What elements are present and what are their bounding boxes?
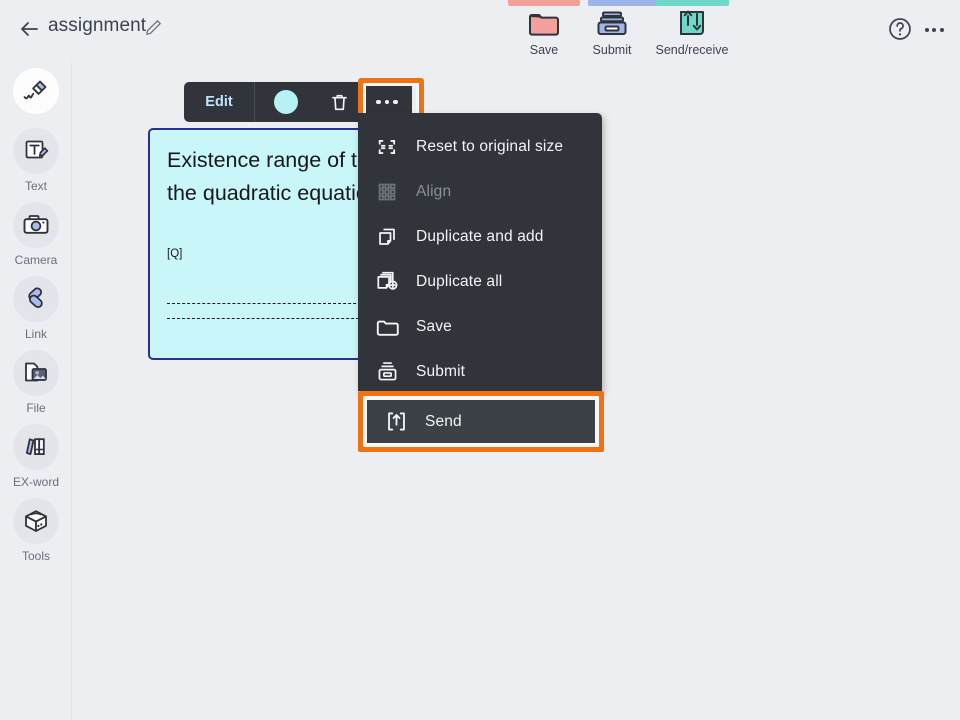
menu-item-duplicate-and-add[interactable]: Duplicate and add bbox=[358, 214, 602, 259]
note-tag: [Q] bbox=[167, 248, 183, 260]
menu-item-send-highlight: Send bbox=[358, 391, 604, 452]
grid-dots-icon bbox=[358, 182, 416, 202]
page-title: assignment bbox=[48, 15, 147, 36]
sidebar-item-text-label: Text bbox=[24, 179, 47, 193]
sidebar-item-pen[interactable] bbox=[0, 68, 72, 119]
sidebar-item-exword[interactable]: EX-word bbox=[0, 424, 72, 489]
help-button[interactable] bbox=[887, 16, 915, 44]
pen-icon bbox=[13, 68, 59, 114]
back-button[interactable] bbox=[14, 14, 44, 44]
more-horizontal-icon bbox=[924, 28, 929, 32]
sidebar-item-exword-label: EX-word bbox=[12, 475, 59, 489]
menu-item-submit[interactable]: Submit bbox=[358, 349, 602, 394]
context-menu: Reset to original size Align Duplicate a… bbox=[358, 113, 602, 391]
color-swatch bbox=[273, 90, 298, 114]
sidebar-item-camera-label: Camera bbox=[14, 253, 58, 267]
note-delete-button[interactable] bbox=[316, 82, 362, 122]
send-receive-icon bbox=[676, 9, 708, 37]
app-root: assignment Save Submit Send/receive Text… bbox=[0, 0, 960, 720]
sidebar-item-file[interactable]: File bbox=[0, 350, 72, 415]
folder-icon bbox=[528, 9, 560, 37]
menu-item-align[interactable]: Align bbox=[358, 169, 602, 214]
toolbar-save-label: Save bbox=[529, 43, 559, 57]
file-image-icon bbox=[13, 350, 59, 396]
sidebar-item-file-label: File bbox=[26, 401, 46, 415]
books-icon bbox=[13, 424, 59, 470]
toolbox-icon bbox=[13, 498, 59, 544]
sidebar-item-tools-label: Tools bbox=[21, 549, 50, 563]
toolbar-save-button[interactable]: Save bbox=[507, 9, 581, 59]
menu-item-label: Duplicate all bbox=[416, 272, 503, 290]
more-horizontal-icon bbox=[376, 99, 381, 105]
sidebar-item-text[interactable]: Text bbox=[0, 128, 72, 193]
camera-icon bbox=[13, 202, 59, 248]
pencil-icon bbox=[146, 20, 161, 35]
note-rule-2 bbox=[167, 318, 389, 319]
text-icon bbox=[13, 128, 59, 174]
toolbar-submit-label: Submit bbox=[592, 43, 632, 57]
menu-item-duplicate-all[interactable]: Duplicate all bbox=[358, 259, 602, 304]
copy-icon bbox=[358, 226, 416, 248]
folder-outline-icon bbox=[358, 316, 416, 338]
note-edit-button[interactable]: Edit bbox=[184, 82, 255, 122]
menu-item-label: Duplicate and add bbox=[416, 227, 544, 245]
upload-box-icon bbox=[367, 410, 425, 433]
arrow-left-icon bbox=[21, 22, 38, 36]
menu-item-label: Submit bbox=[416, 362, 466, 380]
link-icon bbox=[13, 276, 59, 322]
sidebar-item-tools[interactable]: Tools bbox=[0, 498, 72, 563]
menu-item-save[interactable]: Save bbox=[358, 304, 602, 349]
menu-item-label: Send bbox=[425, 412, 462, 430]
help-circle-icon bbox=[889, 18, 911, 40]
sidebar-item-camera[interactable]: Camera bbox=[0, 202, 72, 267]
shrink-icon bbox=[358, 136, 416, 158]
edit-title-button[interactable] bbox=[144, 18, 164, 38]
toolbar-submit-button[interactable]: Submit bbox=[575, 9, 649, 59]
header: assignment Save Submit Send/receive bbox=[0, 0, 960, 62]
sidebar-item-link[interactable]: Link bbox=[0, 276, 72, 341]
sidebar-item-link-label: Link bbox=[24, 327, 47, 341]
menu-item-label: Reset to original size bbox=[416, 137, 564, 155]
header-overflow-button[interactable] bbox=[920, 16, 948, 44]
menu-item-reset-to-original-size[interactable]: Reset to original size bbox=[358, 124, 602, 169]
toolbar-send-receive-label: Send/receive bbox=[655, 43, 729, 57]
toolbar-send-receive-button[interactable]: Send/receive bbox=[654, 9, 730, 59]
sidebar: Text Camera Link File EX-word Tools bbox=[0, 62, 72, 720]
note-color-button[interactable] bbox=[255, 82, 316, 122]
trash-icon bbox=[331, 94, 347, 110]
menu-item-label: Align bbox=[416, 182, 452, 200]
tray-icon bbox=[596, 9, 628, 37]
menu-item-label: Save bbox=[416, 317, 452, 335]
copy-all-icon bbox=[358, 270, 416, 293]
menu-item-send[interactable]: Send bbox=[367, 400, 595, 443]
tray-outline-icon bbox=[358, 360, 416, 383]
